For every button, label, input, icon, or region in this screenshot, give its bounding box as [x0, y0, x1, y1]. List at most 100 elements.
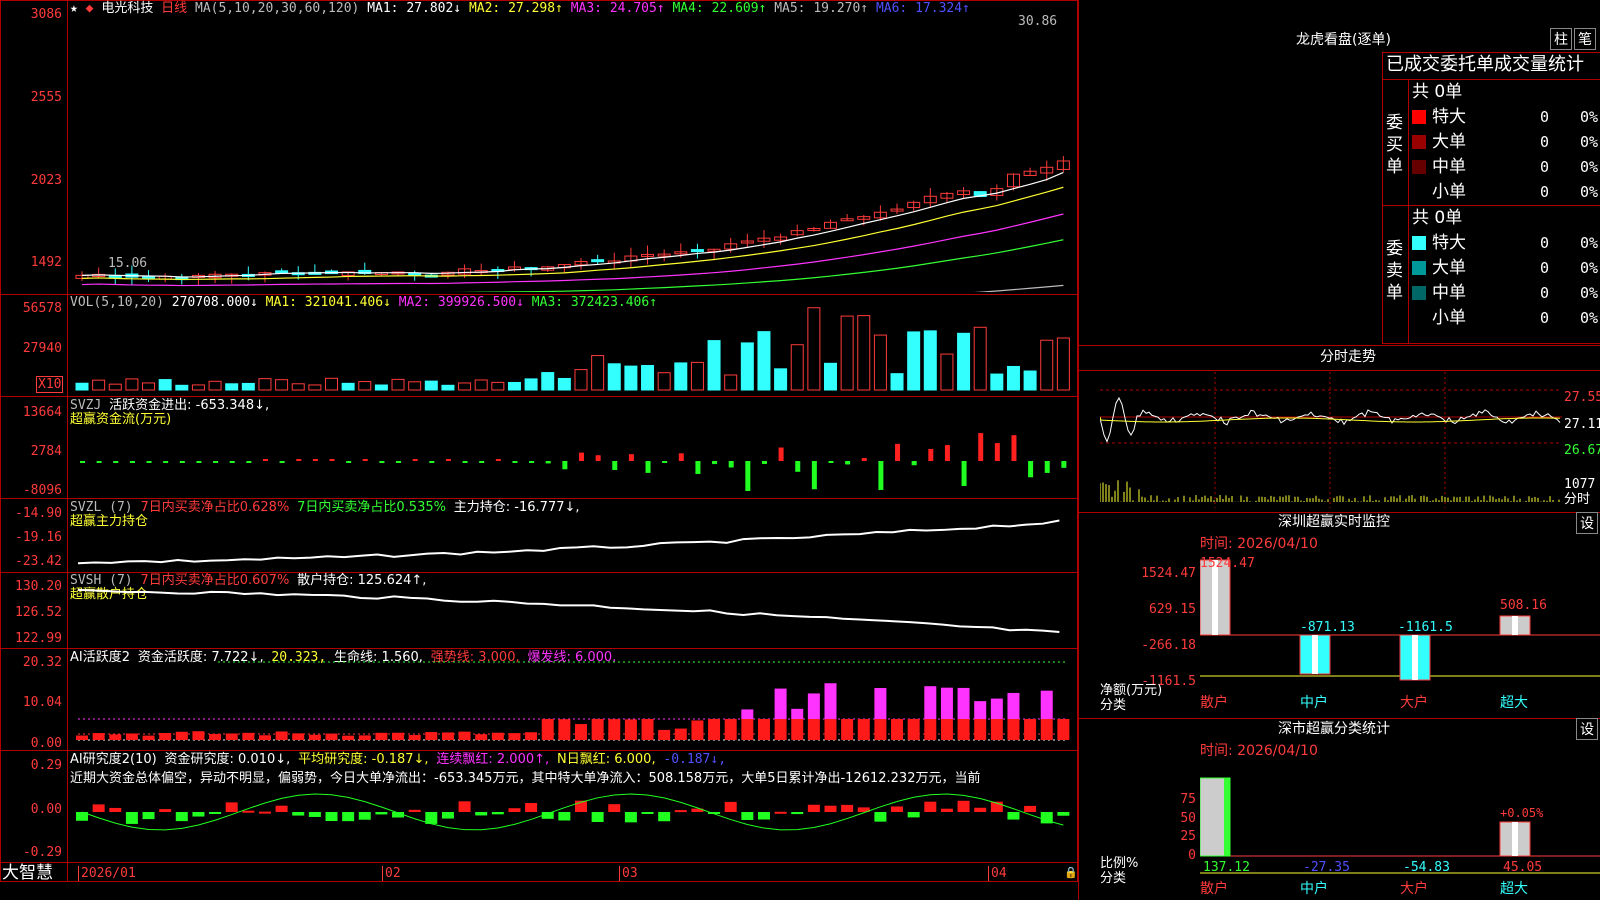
svzl-chart[interactable] [68, 500, 1076, 572]
activity-bar [940, 719, 953, 740]
sz-monitor-settings-button[interactable]: 设 [1576, 512, 1598, 534]
color-swatch [1412, 286, 1426, 300]
order-stats-tabs[interactable]: 已成交委托单成交量统计 [1386, 54, 1584, 76]
flow-bar [529, 461, 535, 463]
research-bar [325, 812, 338, 822]
intraday-vol-unit: 分时 [1564, 492, 1591, 507]
flow-bar [728, 461, 734, 468]
monitor-bar-highlight [1312, 635, 1318, 674]
row-label: 小单 [1432, 182, 1466, 202]
buy-row: 小单 0 0% [1412, 180, 1598, 204]
sz-classify-pct: +0.05% [1500, 806, 1544, 820]
ai-research-summary: 近期大资金总体偏空，异动不明显，偏弱势，今日大单净流出：-653.345万元，其… [70, 771, 981, 786]
y-tick-svsh-2: 122.99 [15, 631, 62, 646]
ai-research-c: 连续飘红: 2.000↑, [436, 752, 550, 767]
y-tick-main-3: 1492 [30, 255, 62, 270]
research-bar [125, 812, 138, 824]
y-tick-main-0: 3086 [30, 7, 62, 22]
volume-bar [142, 382, 156, 391]
research-bar [225, 802, 238, 812]
ai-research-header: AI研究度2(10) 资金研究度: 0.010↓, 平均研究度: -0.187↓… [70, 752, 726, 767]
flow-bar [978, 433, 984, 461]
ai-active-chart[interactable] [68, 650, 1076, 748]
research-bar [258, 811, 271, 814]
y-tick-svzj-2: -8096 [22, 483, 62, 498]
volume-bar [824, 362, 837, 391]
activity-bar [1040, 719, 1053, 740]
classify-category-label: 中户 [1300, 881, 1328, 897]
volume-bar [441, 384, 455, 391]
sz-monitor-y-2: -266.18 [1141, 638, 1196, 653]
bar-view-button[interactable]: 柱 [1550, 28, 1572, 50]
sz-classify-settings-button[interactable]: 设 [1576, 718, 1598, 740]
intraday-price-1: 27.11 [1564, 417, 1600, 432]
ma4-value: MA4: 22.609↑ [672, 1, 767, 16]
ai-research-chart[interactable] [68, 786, 1076, 862]
research-bar [807, 804, 820, 812]
sell-row: 特大 0 0% [1412, 231, 1598, 255]
svsh-chart[interactable] [68, 573, 1076, 647]
volume-bar [957, 332, 971, 391]
ma2-value: MA2: 27.298↑ [468, 1, 563, 16]
candle [408, 272, 422, 276]
activity-bar [425, 732, 438, 740]
monitor-bar-highlight [1512, 616, 1518, 635]
activity-bar [491, 732, 504, 740]
sz-monitor-time: 时间: 2026/04/10 [1200, 536, 1318, 552]
intraday-chart[interactable] [1100, 372, 1562, 508]
activity-bar-strong [940, 687, 953, 719]
flow-bar [479, 461, 485, 463]
research-bar [275, 805, 288, 812]
volume-bar [890, 373, 904, 391]
volume-bar [258, 378, 272, 391]
row-count: 0 [1540, 108, 1550, 126]
flow-bar [80, 461, 85, 463]
activity-bar [924, 719, 937, 740]
ai-research-b: 平均研究度: -0.187↓, [298, 752, 429, 767]
stock-name[interactable]: 电光科技 [101, 1, 153, 16]
sz-classify-title: 深市超赢分类统计 [1278, 721, 1390, 737]
intraday-vol: 1077 [1564, 477, 1596, 492]
research-bar [674, 810, 687, 813]
activity-bar [325, 733, 338, 740]
star-icon[interactable]: ★ [70, 1, 78, 16]
sell-row: 中单 0 0% [1412, 281, 1598, 305]
flow-bar [878, 461, 884, 490]
research-bar [441, 812, 454, 819]
flow-bar [346, 461, 352, 463]
volume-bar [807, 307, 821, 391]
buy-total: 共 0单 [1412, 82, 1463, 102]
intraday-title: 分时走势 [1320, 349, 1376, 365]
flow-bar [778, 447, 784, 461]
activity-bar [242, 732, 255, 740]
candlestick-chart[interactable] [68, 20, 1076, 292]
ai-research-title: AI研究度2(10) [70, 752, 157, 767]
period-label[interactable]: 日线 [161, 1, 187, 16]
flow-bar [712, 461, 718, 465]
activity-bar [724, 719, 737, 740]
activity-bar [575, 724, 587, 740]
buy-row: 特大 0 0% [1412, 105, 1598, 129]
activity-bar-strong [974, 701, 987, 719]
volume-bar [158, 379, 172, 391]
volume-bar [1056, 337, 1070, 391]
ai-research-d: N日飘红: 6.000, [556, 752, 656, 767]
y-tick-ai-research-2: -0.29 [22, 845, 62, 860]
y-tick-ai-active-2: 0.00 [30, 736, 62, 751]
svzj-chart[interactable] [68, 398, 1076, 496]
activity-bar-strong [741, 709, 754, 719]
tick-view-button[interactable]: 笔 [1574, 28, 1596, 50]
candle [275, 270, 289, 274]
volume-chart[interactable] [68, 300, 1076, 395]
monitor-bar-highlight [1412, 635, 1418, 680]
flow-bar [612, 461, 618, 470]
row-count: 0 [1540, 133, 1550, 151]
activity-bar [375, 732, 388, 740]
activity-bar [691, 720, 704, 740]
activity-bar [957, 719, 970, 740]
volume-bar [657, 372, 671, 391]
activity-bar [508, 733, 521, 740]
activity-bar [209, 733, 222, 740]
research-bar [242, 810, 255, 813]
lock-icon[interactable]: 🔒 [1064, 865, 1078, 880]
